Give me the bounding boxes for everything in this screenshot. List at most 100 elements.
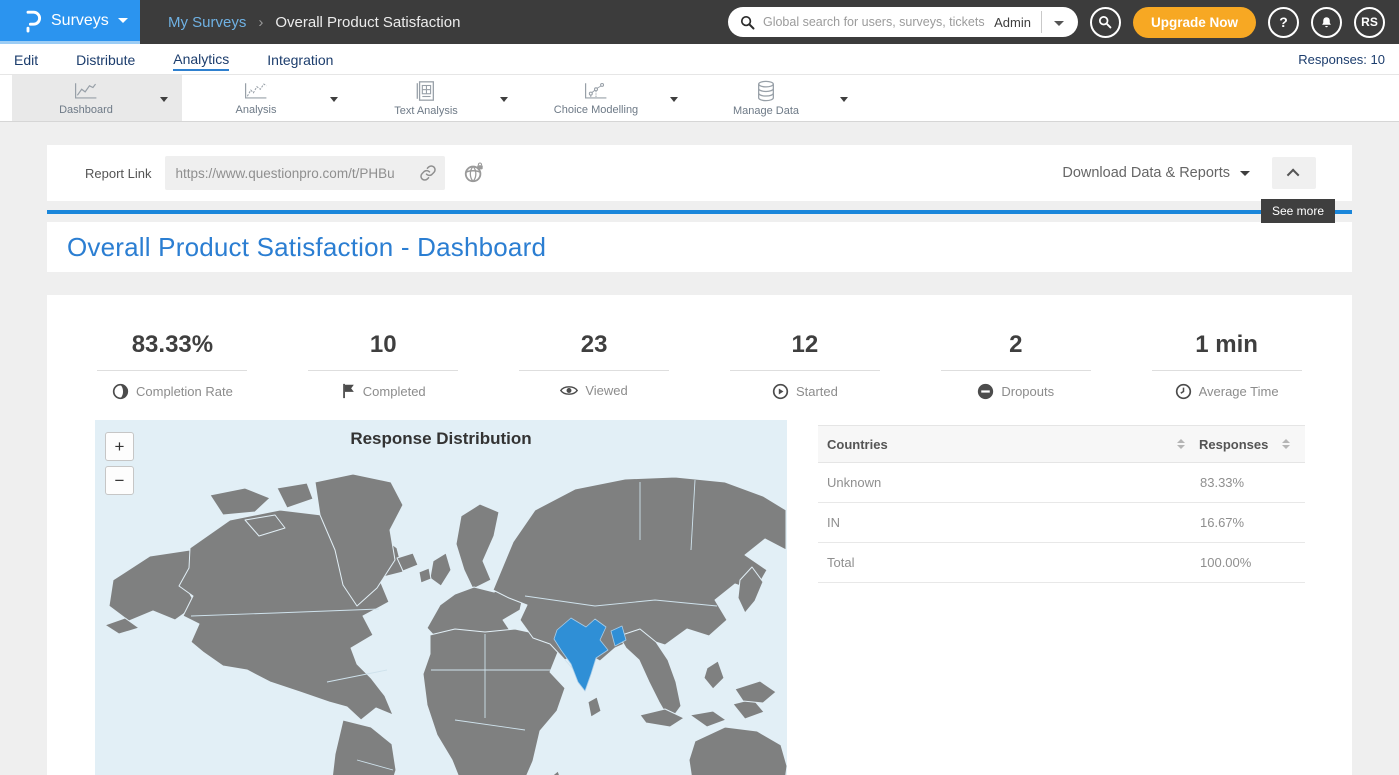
zoom-in-button[interactable]: + [105,432,134,461]
search-scope[interactable]: Admin [990,15,1041,30]
chevron-down-icon [1054,21,1064,26]
tab-manage-data[interactable]: Manage Data [692,75,862,121]
table-row: Total 100.00% [818,543,1305,583]
chevron-down-icon [160,97,168,102]
title-card: Overall Product Satisfaction - Dashboard [47,222,1352,272]
notifications-button[interactable] [1311,7,1342,38]
table-header: Countries Responses [818,425,1305,463]
nav-integration[interactable]: Integration [267,48,333,70]
stat-value: 1 min [1195,331,1258,359]
blue-divider [47,210,1352,214]
stat-value: 2 [1009,331,1022,359]
tab-analysis[interactable]: Analysis [182,75,352,121]
analytics-toolbar: Dashboard Analysis Text Analysis Choice … [0,75,1399,122]
responses-cell: 100.00% [1200,555,1296,570]
text-analysis-dropdown[interactable] [500,89,522,107]
chevron-up-icon [1286,168,1299,181]
chevron-down-icon [840,97,848,102]
upgrade-now-button[interactable]: Upgrade Now [1133,7,1256,38]
flag-icon [341,383,356,399]
stat-completed: 10 Completed [278,331,489,400]
help-button[interactable]: ? [1268,7,1299,38]
country-cell: IN [827,515,840,530]
stat-started: 12 Started [699,331,910,400]
sort-responses-icon[interactable] [1282,439,1290,449]
stat-label: Dropouts [1001,384,1054,399]
stat-completion-rate: 83.33% Completion Rate [67,331,278,400]
nav-distribute[interactable]: Distribute [76,48,135,70]
stat-label: Completion Rate [136,384,233,399]
search-icon [740,15,755,30]
database-icon [755,80,777,102]
chevron-down-icon [500,97,508,102]
sort-countries-icon[interactable] [1177,439,1185,449]
global-search[interactable]: Admin [728,7,1078,37]
clock-icon [1175,383,1192,400]
countries-column-header[interactable]: Countries [827,437,888,452]
minus-circle-icon [977,383,994,400]
topbar: Surveys My Surveys › Overall Product Sat… [0,0,1399,44]
map-zoom-controls: + − [105,432,134,495]
stat-label: Average Time [1199,384,1279,399]
avatar[interactable]: RS [1354,7,1385,38]
surveys-menu[interactable]: Surveys [0,0,140,44]
chevron-down-icon [670,97,678,102]
stats-row: 83.33% Completion Rate 10 Completed 23 [47,295,1352,400]
download-data-reports-menu[interactable]: Download Data & Reports [1062,165,1250,181]
eye-icon [560,384,578,397]
response-distribution-map[interactable]: Response Distribution + − [95,420,787,775]
analysis-dropdown[interactable] [330,89,352,107]
country-india[interactable] [554,618,626,691]
report-link-label: Report Link [85,166,151,181]
report-url-field[interactable]: https://www.questionpro.com/t/PHBu [165,156,445,190]
report-url-value: https://www.questionpro.com/t/PHBu [175,166,419,181]
map-title: Response Distribution [95,420,787,449]
breadcrumb-my-surveys[interactable]: My Surveys [168,14,246,31]
tab-text-analysis[interactable]: Text Analysis [352,75,522,121]
divider [730,370,880,371]
nav-analytics[interactable]: Analytics [173,47,229,71]
search-input[interactable] [763,15,990,29]
divider [97,370,247,371]
stat-label: Completed [363,384,426,399]
countries-table: Countries Responses Unknown 83.33% IN 16… [818,425,1305,775]
page-title: Overall Product Satisfaction - Dashboard [67,232,546,263]
stat-value: 12 [792,331,819,359]
search-scope-dropdown[interactable] [1042,13,1068,31]
globe-lock-icon[interactable] [463,162,485,184]
line-chart-icon [73,81,99,101]
stat-label: Started [796,384,838,399]
divider [941,370,1091,371]
nav-edit[interactable]: Edit [14,48,38,70]
stat-label: Viewed [585,383,627,398]
tab-dashboard[interactable]: Dashboard [12,75,182,121]
responses-count: Responses: 10 [1298,52,1385,67]
survey-nav: Edit Distribute Analytics Integration Re… [0,44,1399,75]
visualization-row: Response Distribution + − Countries Resp… [47,420,1352,775]
breadcrumb: My Surveys › Overall Product Satisfactio… [168,14,460,31]
choice-modelling-dropdown[interactable] [670,89,692,107]
tab-label: Dashboard [59,104,113,116]
tab-choice-modelling[interactable]: Choice Modelling [522,75,692,121]
tab-label: Text Analysis [394,105,458,117]
manage-data-dropdown[interactable] [840,89,862,107]
chevron-down-icon [1240,171,1250,176]
stat-dropouts: 2 Dropouts [910,331,1121,400]
dashboard-dropdown[interactable] [160,89,182,107]
tab-label: Analysis [236,104,277,116]
text-grid-icon [415,80,437,102]
search-button[interactable] [1090,7,1121,38]
link-icon [419,164,437,182]
divider [308,370,458,371]
report-link-bar: Report Link https://www.questionpro.com/… [47,145,1352,201]
world-map [95,420,787,775]
contrast-circle-icon [112,383,129,400]
zoom-out-button[interactable]: − [105,466,134,495]
chevron-down-icon [118,18,128,23]
dashboard-card: 83.33% Completion Rate 10 Completed 23 [47,295,1352,775]
scatter-chart-icon [583,81,609,101]
divider [519,370,669,371]
responses-column-header[interactable]: Responses [1199,437,1268,452]
collapse-header-button[interactable] [1272,157,1316,189]
responses-cell: 83.33% [1200,475,1296,490]
